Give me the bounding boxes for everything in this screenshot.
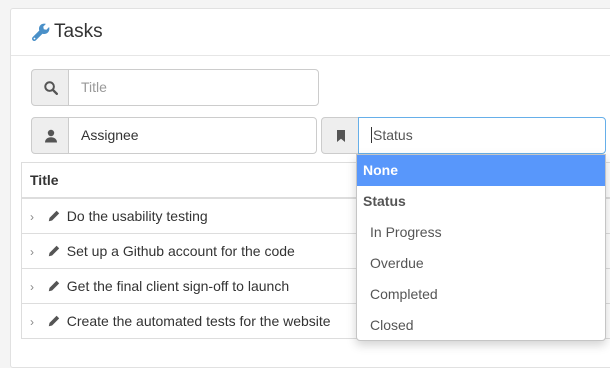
status-select-value: Status: [373, 127, 413, 143]
bookmark-addon: [321, 117, 359, 154]
title-search-input[interactable]: Title: [68, 69, 319, 106]
status-filter-group: Status: [321, 117, 610, 154]
dropdown-group-label: Status: [357, 186, 605, 217]
pencil-icon[interactable]: [48, 280, 60, 292]
search-icon: [44, 81, 58, 95]
pencil-icon[interactable]: [48, 245, 60, 257]
task-title: Do the usability testing: [67, 208, 208, 224]
chevron-right-icon[interactable]: ›: [30, 245, 44, 259]
dropdown-option-completed[interactable]: Completed: [357, 279, 605, 310]
dropdown-option-overdue[interactable]: Overdue: [357, 248, 605, 279]
assignee-select[interactable]: Assignee: [68, 117, 317, 154]
dropdown-option-closed[interactable]: Closed: [357, 310, 605, 341]
task-title: Get the final client sign-off to launch: [67, 278, 289, 294]
user-addon: [31, 117, 69, 154]
pencil-icon[interactable]: [48, 210, 60, 222]
page-title: Tasks: [54, 21, 103, 43]
user-icon: [44, 129, 58, 143]
text-cursor: [371, 127, 372, 143]
status-dropdown: None Status In Progress Overdue Complete…: [356, 154, 606, 341]
bookmark-icon: [334, 129, 348, 143]
chevron-right-icon[interactable]: ›: [30, 210, 44, 224]
status-select[interactable]: Status: [358, 117, 606, 154]
assignee-filter-group: Assignee: [31, 117, 317, 154]
pencil-icon[interactable]: [48, 315, 60, 327]
task-title: Set up a Github account for the code: [67, 243, 295, 259]
search-addon: [31, 69, 69, 106]
chevron-right-icon[interactable]: ›: [30, 315, 44, 329]
dropdown-option-none[interactable]: None: [357, 155, 605, 186]
panel-header: Tasks: [11, 9, 610, 56]
wrench-icon: [32, 23, 50, 41]
chevron-right-icon[interactable]: ›: [30, 280, 44, 294]
task-title: Create the automated tests for the websi…: [67, 313, 331, 329]
title-filter-group: Title: [31, 69, 319, 106]
dropdown-option-in-progress[interactable]: In Progress: [357, 217, 605, 248]
